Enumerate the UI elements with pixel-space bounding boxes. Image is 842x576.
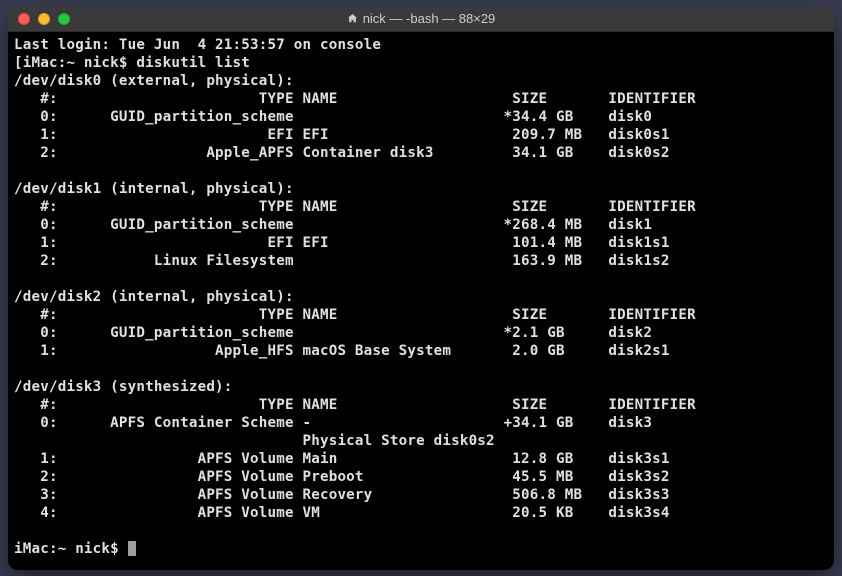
disk3-row5: 4: APFS Volume VM 20.5 KB disk3s4 — [14, 505, 670, 521]
disk0-header: /dev/disk0 (external, physical): — [14, 73, 294, 89]
disk0-row2: 2: Apple_APFS Container disk3 34.1 GB di… — [14, 145, 670, 161]
traffic-lights — [8, 13, 70, 25]
last-login-line: Last login: Tue Jun 4 21:53:57 on consol… — [14, 37, 381, 53]
disk1-row1: 1: EFI EFI 101.4 MB disk1s1 — [14, 235, 670, 251]
disk1-header: /dev/disk1 (internal, physical): — [14, 181, 294, 197]
disk1-row2: 2: Linux Filesystem 163.9 MB disk1s2 — [14, 253, 670, 269]
disk3-row1: Physical Store disk0s2 — [14, 433, 495, 449]
disk2-col-header: #: TYPE NAME SIZE IDENTIFIER — [14, 307, 696, 323]
disk1-col-header: #: TYPE NAME SIZE IDENTIFIER — [14, 199, 696, 215]
disk3-row2: 1: APFS Volume Main 12.8 GB disk3s1 — [14, 451, 670, 467]
disk0-row0: 0: GUID_partition_scheme *34.4 GB disk0 — [14, 109, 652, 125]
terminal-window: nick — -bash — 88×29 Last login: Tue Jun… — [8, 6, 834, 570]
disk3-header: /dev/disk3 (synthesized): — [14, 379, 233, 395]
disk1-row0: 0: GUID_partition_scheme *268.4 MB disk1 — [14, 217, 652, 233]
disk2-row0: 0: GUID_partition_scheme *2.1 GB disk2 — [14, 325, 652, 341]
cursor — [128, 541, 136, 556]
close-button[interactable] — [18, 13, 30, 25]
terminal-body[interactable]: Last login: Tue Jun 4 21:53:57 on consol… — [8, 32, 834, 570]
disk0-col-header: #: TYPE NAME SIZE IDENTIFIER — [14, 91, 696, 107]
home-icon — [347, 13, 358, 24]
window-title-text: nick — -bash — 88×29 — [363, 11, 496, 26]
titlebar: nick — -bash — 88×29 — [8, 6, 834, 32]
prompt-end: iMac:~ nick$ — [14, 541, 128, 557]
disk2-header: /dev/disk2 (internal, physical): — [14, 289, 294, 305]
disk3-row4: 3: APFS Volume Recovery 506.8 MB disk3s3 — [14, 487, 670, 503]
disk3-col-header: #: TYPE NAME SIZE IDENTIFIER — [14, 397, 696, 413]
disk0-row1: 1: EFI EFI 209.7 MB disk0s1 — [14, 127, 670, 143]
maximize-button[interactable] — [58, 13, 70, 25]
disk3-row0: 0: APFS Container Scheme - +34.1 GB disk… — [14, 415, 652, 431]
window-title: nick — -bash — 88×29 — [8, 11, 834, 26]
prompt-line-command: [iMac:~ nick$ diskutil list — [14, 55, 250, 71]
minimize-button[interactable] — [38, 13, 50, 25]
disk2-row1: 1: Apple_HFS macOS Base System 2.0 GB di… — [14, 343, 670, 359]
disk3-row3: 2: APFS Volume Preboot 45.5 MB disk3s2 — [14, 469, 670, 485]
